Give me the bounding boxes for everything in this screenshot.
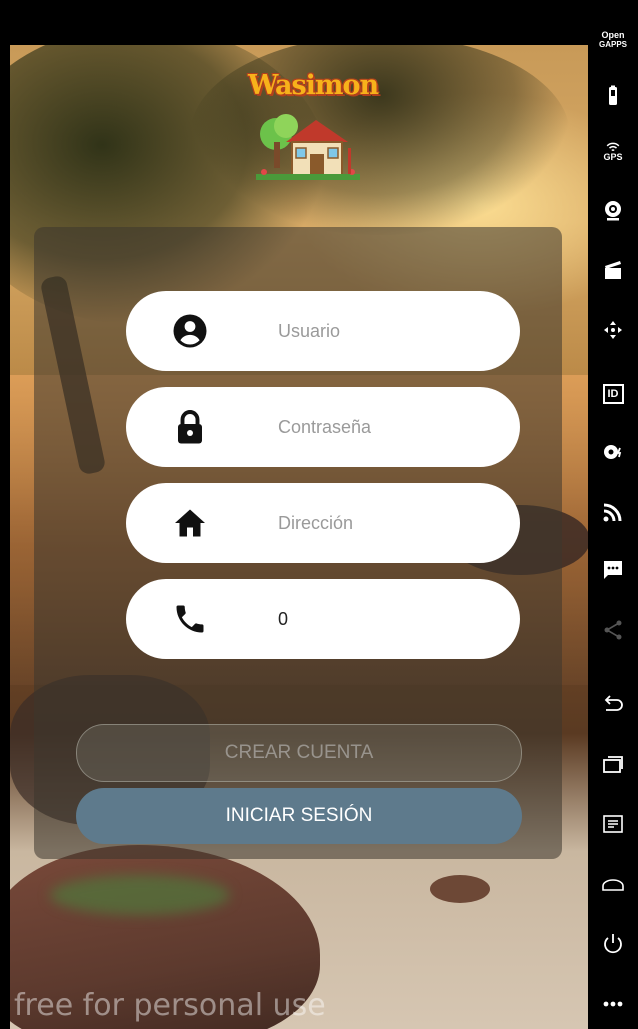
id-icon[interactable]: ID xyxy=(588,380,638,408)
sms-icon[interactable] xyxy=(588,556,638,584)
device-screen: free for personal use Wasimon Usuario Co… xyxy=(10,0,588,1029)
phone-field[interactable]: 0 xyxy=(126,579,520,659)
phone-value: 0 xyxy=(278,609,289,629)
home-icon xyxy=(175,509,205,537)
back-icon[interactable] xyxy=(588,690,638,718)
media-icon[interactable] xyxy=(588,256,638,284)
emulator-toolbar: Open GAPPS GPS ID xyxy=(588,0,638,1029)
open-gapps-icon[interactable]: Open GAPPS xyxy=(588,26,638,54)
logo-text: Wasimon xyxy=(248,70,379,101)
dpad-icon[interactable] xyxy=(588,316,638,344)
password-field[interactable]: Contraseña xyxy=(126,387,520,467)
cast-icon[interactable] xyxy=(588,498,638,526)
camera-icon[interactable] xyxy=(588,196,638,224)
house-icon xyxy=(256,114,360,180)
phone-icon xyxy=(176,605,204,633)
more-icon[interactable] xyxy=(588,990,638,1018)
lock-icon xyxy=(178,410,202,444)
address-field[interactable]: Dirección xyxy=(126,483,520,563)
username-field[interactable]: Usuario xyxy=(126,291,520,371)
gps-icon[interactable]: GPS xyxy=(588,136,638,166)
username-placeholder: Usuario xyxy=(278,321,341,341)
watermark-text: free for personal use xyxy=(14,988,326,1023)
menu-icon[interactable] xyxy=(588,810,638,838)
app-logo: Wasimon xyxy=(248,70,379,185)
home-icon[interactable] xyxy=(588,870,638,898)
share-icon[interactable] xyxy=(588,616,638,644)
password-placeholder: Contraseña xyxy=(278,417,372,437)
battery-icon[interactable] xyxy=(588,82,638,110)
create-account-button[interactable]: CREAR CUENTA xyxy=(76,724,522,782)
login-button[interactable]: INICIAR SESIÓN xyxy=(76,788,522,844)
status-bar xyxy=(10,0,588,45)
recent-apps-icon[interactable] xyxy=(588,750,638,778)
account-circle-icon xyxy=(173,314,207,348)
power-icon[interactable] xyxy=(588,930,638,958)
record-icon[interactable] xyxy=(588,438,638,466)
address-placeholder: Dirección xyxy=(278,513,354,533)
